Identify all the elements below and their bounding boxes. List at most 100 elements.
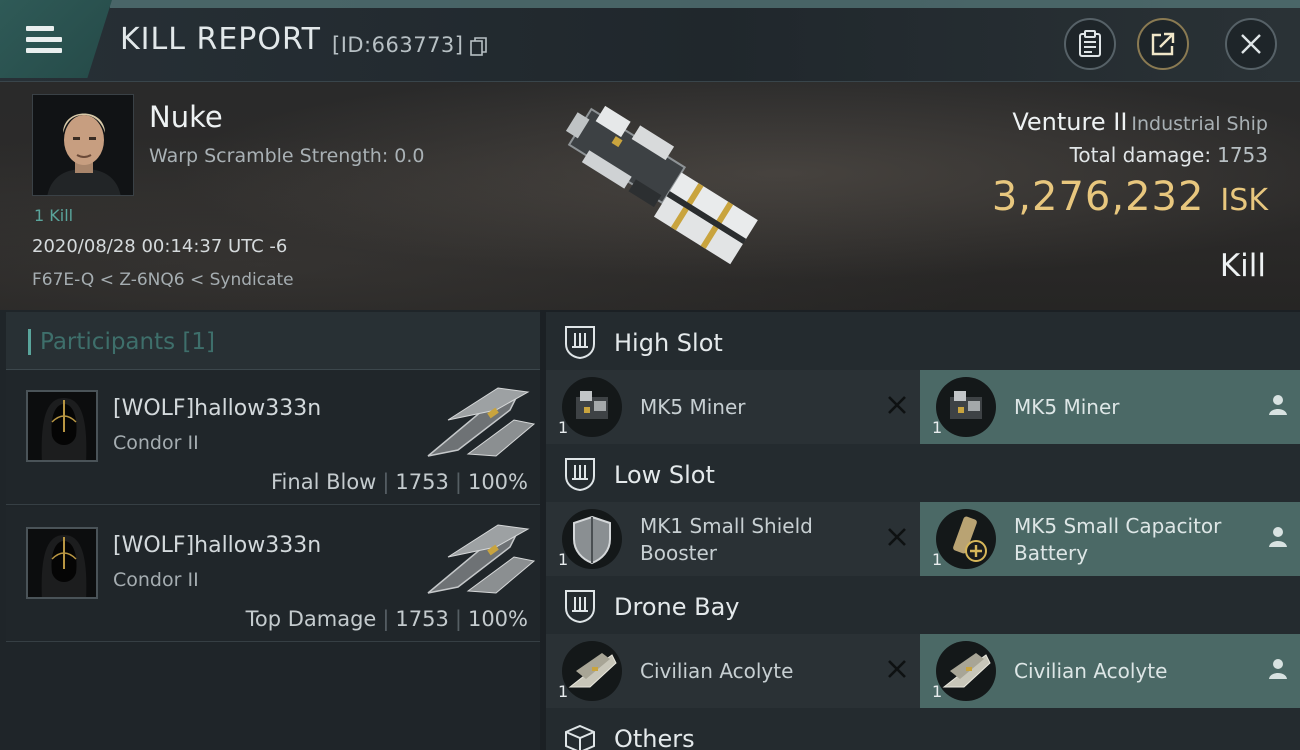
title-bar: KILL REPORT [ID:663773]	[0, 0, 1300, 82]
shield-booster-icon	[562, 509, 622, 569]
total-damage-value: 1753	[1217, 143, 1268, 167]
total-damage: Total damage: 1753	[1070, 143, 1268, 167]
participant-ship-image	[427, 387, 536, 457]
module-destroyed[interactable]: 1 MK1 Small Shield Booster	[546, 502, 920, 576]
clipboard-button[interactable]	[1064, 18, 1116, 70]
participant-name: [WOLF]hallow333n	[113, 396, 322, 421]
header-accent-line	[110, 0, 1300, 8]
close-icon	[1241, 34, 1261, 54]
isk-value: 3,276,232	[991, 174, 1205, 220]
module-quantity: 1	[932, 682, 943, 701]
isk-unit: ISK	[1220, 183, 1268, 218]
hooded-pilot-icon	[28, 529, 96, 597]
fitting-panel: High Slot 1 MK5 Miner 1 MK5 Miner Low Sl…	[540, 310, 1300, 750]
module-dropped[interactable]: 1 MK5 Miner	[920, 370, 1300, 444]
section-drone-bay: Drone Bay	[546, 576, 1300, 636]
module-destroyed[interactable]: 1 MK5 Miner	[546, 370, 920, 444]
person-icon	[1269, 395, 1287, 415]
total-damage-label: Total damage:	[1069, 143, 1212, 167]
module-quantity: 1	[558, 682, 569, 701]
module-name-line: Battery	[1014, 541, 1089, 565]
person-icon	[1269, 659, 1287, 679]
victim-ship-line: Venture II Industrial Ship	[1012, 108, 1268, 136]
participants-panel: Participants [1] [WOLF]hallow333n Condor…	[0, 310, 540, 750]
kill-timestamp: 2020/08/28 00:14:37 UTC -6	[32, 236, 288, 257]
isk-loss: 3,276,232 ISK	[992, 174, 1268, 220]
page-title: KILL REPORT	[120, 22, 321, 57]
drone-icon	[562, 641, 622, 701]
participant-row[interactable]: [WOLF]hallow333n Condor II Top Damage | 17…	[6, 507, 540, 642]
slot-icon	[565, 590, 595, 624]
module-quantity: 1	[558, 550, 569, 569]
participant-percent: 100%	[467, 470, 528, 494]
module-quantity: 1	[932, 418, 943, 437]
participant-percent: 100%	[467, 607, 528, 631]
module-name: Civilian Acolyte	[1014, 659, 1168, 683]
module-destroyed[interactable]: 1 Civilian Acolyte	[546, 634, 920, 708]
x-icon	[888, 396, 906, 414]
copy-icon[interactable]	[470, 37, 488, 57]
slot-icon	[565, 458, 595, 492]
module-name-line: Booster	[640, 541, 717, 565]
close-button[interactable]	[1225, 18, 1277, 70]
participant-ship: Condor II	[113, 432, 199, 454]
result-label: Kill	[1219, 248, 1266, 284]
module-quantity: 1	[932, 550, 943, 569]
module-name: MK5 Miner	[640, 395, 746, 419]
participants-accent-bar	[28, 329, 31, 355]
module-name-line: MK1 Small Shield	[640, 514, 813, 538]
participant-ship: Condor II	[113, 569, 199, 591]
person-icon	[1269, 527, 1287, 547]
participant-avatar[interactable]	[26, 527, 98, 599]
menu-button[interactable]	[0, 0, 112, 78]
participant-damage: 1753	[395, 607, 449, 631]
participant-row[interactable]: [WOLF]hallow333n Condor II Final Blow | 17…	[6, 370, 540, 505]
hooded-pilot-icon	[28, 392, 96, 460]
warp-scramble-strength: Warp Scramble Strength: 0.0	[149, 145, 425, 167]
participant-ship-image	[427, 524, 536, 594]
drone-icon	[936, 641, 996, 701]
slot-icon	[565, 326, 595, 360]
participant-role: Top Damage	[245, 607, 377, 631]
participant-role: Final Blow	[271, 470, 377, 494]
module-quantity: 1	[558, 418, 569, 437]
victim-ship-image	[565, 105, 758, 265]
participants-label: Participants [1]	[40, 329, 215, 355]
section-low-slot: Low Slot	[546, 444, 1300, 504]
participant-stats: Top Damage | 1753 | 100%	[245, 607, 528, 631]
section-label: Low Slot	[614, 461, 715, 489]
report-id: [ID:663773]	[332, 33, 464, 57]
module-dropped[interactable]: 1 MK5 Small Capacitor Battery	[920, 502, 1300, 576]
module-name: MK1 Small Shield Booster	[640, 513, 813, 567]
kill-location: F67E-Q < Z-6NQ6 < Syndicate	[32, 270, 294, 290]
pilot-avatar	[33, 95, 133, 195]
module-name: Civilian Acolyte	[640, 659, 794, 683]
clipboard-icon	[1079, 30, 1101, 57]
section-label: Drone Bay	[614, 593, 740, 621]
module-name: MK5 Miner	[1014, 395, 1120, 419]
box-icon	[565, 724, 595, 750]
miner-module-icon	[936, 377, 996, 437]
participant-name: [WOLF]hallow333n	[113, 533, 322, 558]
victim-ship-name[interactable]: Venture II	[1012, 108, 1127, 136]
section-others: Others	[546, 708, 1300, 750]
section-label: Others	[614, 725, 695, 750]
kill-count[interactable]: 1 Kill	[34, 206, 73, 225]
section-high-slot: High Slot	[546, 312, 1300, 372]
menu-icon	[26, 26, 62, 56]
victim-name: Nuke	[149, 100, 223, 134]
module-dropped[interactable]: 1 Civilian Acolyte	[920, 634, 1300, 708]
victim-ship-class: Industrial Ship	[1131, 113, 1268, 135]
section-label: High Slot	[614, 329, 723, 357]
miner-module-icon	[562, 377, 622, 437]
victim-portrait[interactable]	[32, 94, 134, 196]
x-icon	[888, 660, 906, 678]
share-icon	[1151, 32, 1175, 56]
capacitor-battery-icon	[936, 509, 996, 569]
x-icon	[888, 528, 906, 546]
share-button[interactable]	[1137, 18, 1189, 70]
participant-avatar[interactable]	[26, 390, 98, 462]
participants-header[interactable]: Participants [1]	[6, 312, 540, 370]
module-name-line: MK5 Small Capacitor	[1014, 514, 1222, 538]
participant-stats: Final Blow | 1753 | 100%	[271, 470, 528, 494]
